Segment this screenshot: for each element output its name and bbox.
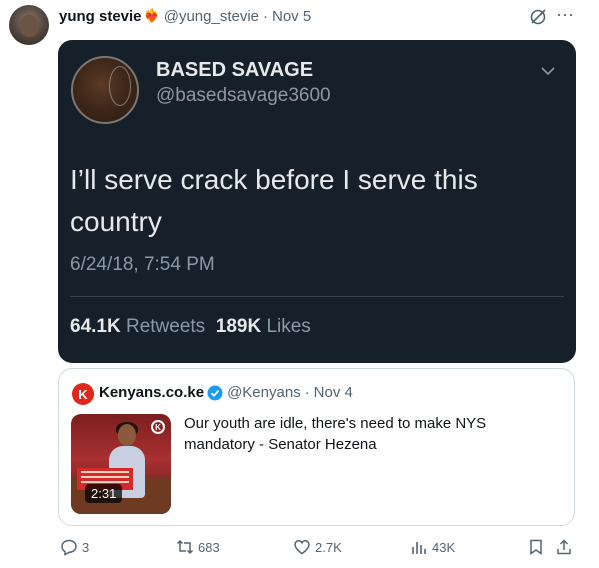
header-separator: · <box>263 7 268 25</box>
verified-badge-icon <box>207 385 223 400</box>
kenyans-logo-icon[interactable]: K <box>72 383 94 405</box>
share-button[interactable] <box>555 538 577 556</box>
grok-icon[interactable] <box>529 8 547 26</box>
author-name[interactable]: yung stevie <box>59 8 142 25</box>
share-icon <box>557 539 571 555</box>
screenshot-name: BASED SAVAGE <box>156 59 314 81</box>
tweet-header: yung stevie ❤️‍🔥 @yung_stevie · Nov 5 <box>59 6 311 26</box>
retweets-count: 64.1K <box>70 316 121 337</box>
like-count: 2.7K <box>315 539 342 555</box>
screenshot-timestamp: 6/24/18, 7:54 PM <box>70 254 215 275</box>
video-duration: 2:31 <box>85 484 123 503</box>
repost-button[interactable]: 683 <box>176 538 220 556</box>
repost-count: 683 <box>198 539 220 555</box>
analytics-icon <box>412 542 426 554</box>
author-handle[interactable]: @yung_stevie <box>164 8 259 25</box>
avatar-face <box>20 15 38 37</box>
quote-header: Kenyans.co.ke @Kenyans · Nov 4 <box>99 384 353 401</box>
screenshot-text: I’ll serve crack before I serve this cou… <box>70 164 478 237</box>
heart-on-fire-icon: ❤️‍🔥 <box>143 8 160 23</box>
reply-count: 3 <box>82 539 90 555</box>
reply-icon <box>61 539 77 556</box>
heart-icon <box>294 540 310 555</box>
thumbnail-logo-icon: K <box>151 420 165 434</box>
quote-date[interactable]: Nov 4 <box>314 384 353 401</box>
chevron-down-icon <box>541 67 555 76</box>
quote-text: Our youth are idle, there's need to make… <box>184 415 487 453</box>
video-thumbnail[interactable]: K 2:31 <box>71 414 171 514</box>
views-count: 43K <box>432 539 456 555</box>
repost-icon <box>176 539 194 555</box>
screenshot-stats: 64.1K Retweets 189K Likes <box>70 316 311 338</box>
quoted-tweet[interactable]: K Kenyans.co.ke @Kenyans · Nov 4 K 2:31 … <box>58 368 575 526</box>
screenshot-handle: @basedsavage3600 <box>156 85 331 106</box>
avatar-glare <box>109 66 131 106</box>
like-button[interactable]: 2.7K <box>293 538 342 556</box>
tweet-date[interactable]: Nov 5 <box>272 8 311 25</box>
bookmark-button[interactable] <box>527 538 549 556</box>
quote-separator: · <box>304 384 310 401</box>
author-avatar[interactable] <box>9 5 49 45</box>
quote-author-handle[interactable]: @Kenyans <box>227 384 301 401</box>
speaker-head <box>118 424 136 446</box>
action-bar: 3 683 2.7K 43K <box>0 530 599 568</box>
views-button[interactable]: 43K <box>410 538 455 556</box>
embedded-tweet-screenshot[interactable]: BASED SAVAGE @basedsavage3600 I’ll serve… <box>58 40 576 363</box>
likes-count: 189K <box>215 316 262 337</box>
quote-author-name[interactable]: Kenyans.co.ke <box>99 384 204 401</box>
reply-button[interactable]: 3 <box>60 538 89 556</box>
screenshot-divider <box>70 296 564 297</box>
more-options-icon[interactable]: ··· <box>556 5 574 23</box>
bookmark-icon <box>530 539 542 555</box>
retweets-label: Retweets <box>125 316 206 337</box>
likes-label: Likes <box>266 316 311 337</box>
screenshot-avatar <box>71 56 139 124</box>
